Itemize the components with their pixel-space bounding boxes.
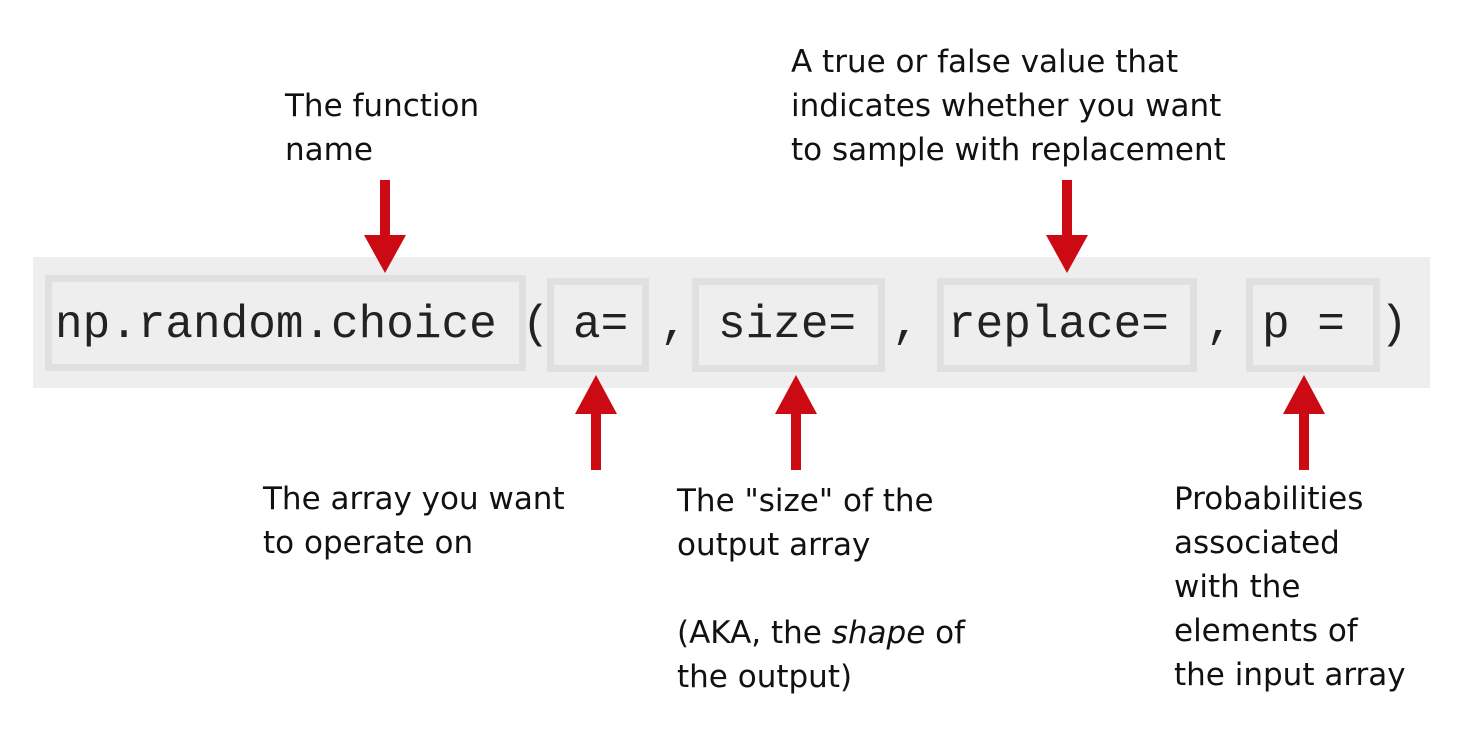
arrow-up-size-icon (775, 375, 817, 470)
annotation-line: elements of (1174, 613, 1358, 649)
annotation-line: the input array (1174, 657, 1406, 693)
function-annotation: The function name (285, 84, 479, 172)
arrow-down-function-icon (364, 180, 406, 273)
note-text: (AKA, the (677, 615, 832, 651)
annotation-line: Probabilities (1174, 481, 1364, 517)
annotation-line: name (285, 132, 373, 168)
annotation-line: associated (1174, 525, 1340, 561)
replace-annotation: A true or false value that indicates whet… (791, 40, 1226, 172)
annotation-line: The "size" of the (677, 483, 934, 519)
arrow-up-p-icon (1283, 375, 1325, 470)
size-note-line: (AKA, the shape of (677, 611, 965, 655)
p-annotation: Probabilities associated with the elements … (1174, 477, 1406, 697)
annotation-line: output array (677, 527, 871, 563)
annotation-line: to sample with replacement (791, 132, 1226, 168)
annotation-line: the output) (677, 659, 853, 695)
annotation-line: with the (1174, 569, 1301, 605)
annotation-line: to operate on (263, 525, 474, 561)
size-annotation: The "size" of the output array (AKA, the s… (677, 479, 965, 699)
a-annotation: The array you want to operate on (263, 477, 565, 565)
annotation-line: indicates whether you want (791, 88, 1222, 124)
annotation-line: A true or false value that (791, 44, 1179, 80)
arrow-up-a-icon (575, 375, 617, 470)
annotation-line: The array you want (263, 481, 565, 517)
note-emphasis: shape (831, 615, 926, 651)
arrow-down-replace-icon (1046, 180, 1088, 273)
annotation-line: The function (285, 88, 480, 124)
note-text: of (925, 615, 966, 651)
